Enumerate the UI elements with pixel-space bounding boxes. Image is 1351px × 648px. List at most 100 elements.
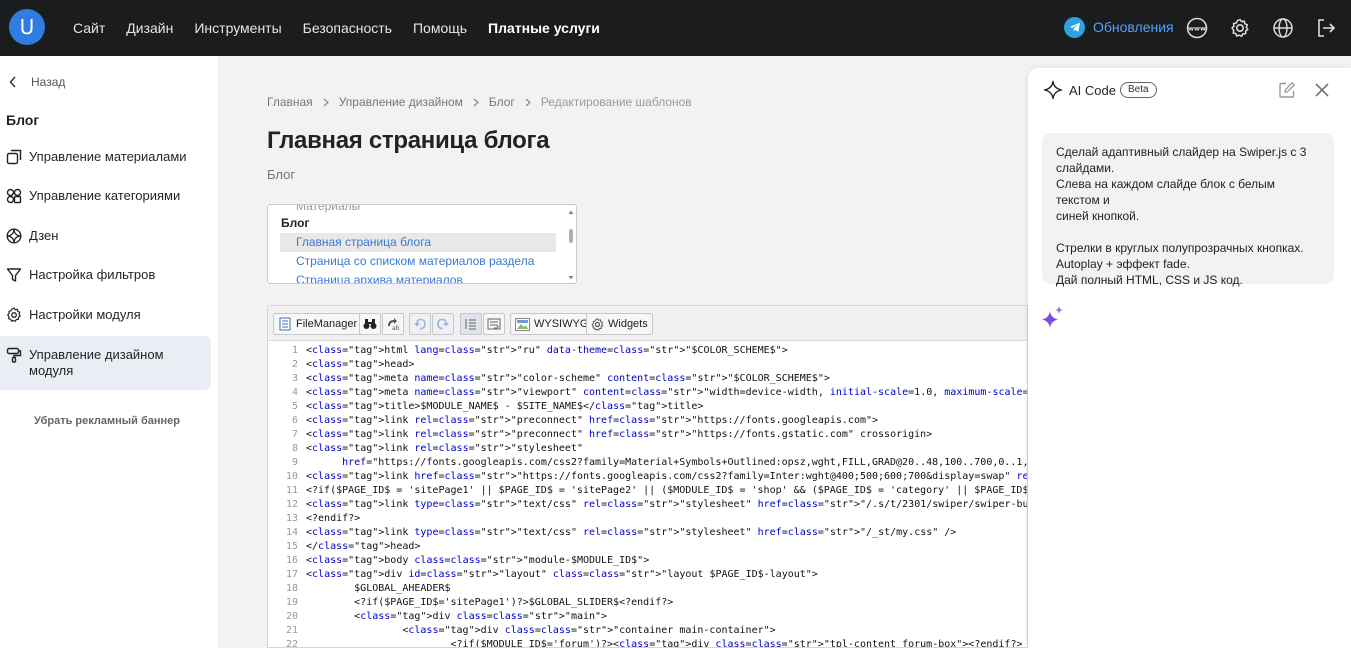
chevron-right-icon (473, 98, 479, 106)
redo-button[interactable] (432, 313, 454, 335)
redo-icon (437, 318, 449, 330)
remove-banner-link[interactable]: Убрать рекламный баннер (34, 415, 180, 427)
wysiwyg-button[interactable]: WYSIWYG (510, 313, 594, 335)
nav-security[interactable]: Безопасность (303, 20, 392, 36)
replace-icon: ab (388, 318, 400, 331)
code-line: <class="tag">div class=class="str">"cont… (306, 625, 776, 636)
updates-link[interactable]: Обновления (1064, 16, 1174, 38)
line-number: 14 (285, 527, 298, 538)
www-icon[interactable]: www (1186, 17, 1208, 39)
find-button[interactable] (359, 313, 381, 335)
template-group-label: Блог (281, 216, 310, 230)
code-line: <class="tag">div id=class="str">"layout"… (306, 569, 818, 580)
message-line: синей кнопкой. (1056, 209, 1140, 223)
sidebar-item-label: Настройка фильтров (29, 267, 156, 282)
sidebar-item-label: Управление категориями (29, 188, 181, 203)
template-option[interactable]: Страница архива материалов (280, 271, 556, 283)
back-label: Назад (31, 75, 66, 89)
sidebar-item-categories[interactable]: Управление категориями (0, 188, 211, 208)
breadcrumb-current: Редактирование шаблонов (540, 95, 692, 109)
nav-site[interactable]: Сайт (73, 20, 105, 36)
globe-icon[interactable] (1272, 17, 1294, 39)
logout-icon[interactable] (1315, 17, 1337, 39)
replace-button[interactable]: ab (382, 313, 404, 335)
line-number: 18 (285, 583, 298, 594)
filemanager-label: FileManager (296, 318, 358, 330)
ai-loading-sparkle-icon (1042, 306, 1063, 328)
template-option[interactable]: Страница со списком материалов раздела (280, 252, 556, 271)
chevron-left-icon (9, 76, 16, 88)
sidebar-item-module-settings[interactable]: Настройки модуля (0, 307, 211, 327)
code-line: <class="tag">link rel=class="str">"preco… (306, 429, 933, 440)
chevron-right-icon (525, 98, 531, 106)
logo[interactable]: U (9, 9, 45, 45)
top-bar: U Сайт Дизайн Инструменты Безопасность П… (0, 0, 1351, 56)
code-line: <class="tag">head> (306, 359, 415, 370)
breadcrumb-design[interactable]: Управление дизайном (339, 95, 463, 109)
line-number: 8 (291, 443, 298, 454)
new-chat-icon[interactable] (1278, 81, 1296, 99)
line-number: 21 (285, 625, 298, 636)
sidebar-item-filters[interactable]: Настройка фильтров (0, 267, 211, 287)
design-icon (6, 347, 22, 363)
wysiwyg-icon (515, 317, 530, 331)
line-number: 5 (291, 401, 298, 412)
file-manager-icon (279, 317, 291, 331)
template-option[interactable]: Главная страница блога (280, 233, 556, 252)
scrollbar[interactable] (568, 209, 574, 281)
widgets-button[interactable]: Widgets (586, 313, 653, 335)
wrap-icon (487, 318, 501, 330)
code-line: <class="tag">meta name=class="str">"view… (306, 387, 1028, 398)
zen-icon (6, 228, 22, 244)
line-number: 20 (285, 611, 298, 622)
message-line: Слева на каждом слайде блок с белым текс… (1056, 177, 1276, 207)
gear-icon[interactable] (1229, 17, 1251, 39)
message-line: слайдами. (1056, 161, 1115, 175)
code-line: <class="tag">link type=class="str">"text… (306, 527, 957, 538)
ai-code-panel: AI Code Beta Сделай адаптивный слайдер н… (1028, 68, 1351, 648)
line-number: 4 (291, 387, 298, 398)
ai-panel-title: AI Code (1069, 83, 1116, 98)
code-line: <class="tag">link rel=class="str">"style… (306, 443, 583, 454)
sidebar-item-materials[interactable]: Управление материалами (0, 149, 211, 169)
line-number: 9 (291, 457, 298, 468)
sidebar-item-label: Управление дизайном модуля (29, 347, 164, 378)
close-icon[interactable] (1313, 81, 1331, 99)
code-line: <class="tag">link type=class="str">"text… (306, 499, 1028, 510)
code-line: <class="tag">link href=class="str">"http… (306, 471, 1028, 482)
sparkle-icon (1043, 80, 1063, 100)
code-line: <class="tag">div class=class="str">"main… (306, 611, 608, 622)
materials-icon (6, 149, 22, 165)
code-line: </class="tag">head> (306, 541, 421, 552)
code-line: <?endif?> (306, 513, 361, 524)
message-line: Autoplay + эффект fade. (1056, 257, 1190, 271)
sidebar-item-label: Управление материалами (29, 149, 187, 164)
template-select[interactable]: Материалы Блог Главная страница блога Ст… (267, 204, 577, 284)
wysiwyg-label: WYSIWYG (534, 318, 589, 330)
template-group-cut: Материалы (296, 204, 361, 213)
line-number: 10 (285, 471, 298, 482)
beta-badge: Beta (1120, 82, 1157, 98)
filemanager-button[interactable]: FileManager (273, 313, 363, 335)
updates-label: Обновления (1093, 19, 1174, 35)
code-line: $GLOBAL_AHEADER$ (306, 583, 451, 594)
sidebar-item-design[interactable]: Управление дизайном модуля (0, 336, 211, 390)
code-editor[interactable]: FileManager ab WYSIWYG Widgets 1 <class="… (267, 305, 1028, 648)
back-link[interactable]: Назад (9, 75, 65, 89)
breadcrumb-home[interactable]: Главная (267, 95, 313, 109)
sidebar-item-label: Дзен (29, 228, 59, 243)
undo-button[interactable] (409, 313, 431, 335)
binoculars-icon (363, 319, 377, 329)
sidebar-item-zen[interactable]: Дзен (0, 228, 211, 248)
line-number: 12 (285, 499, 298, 510)
editor-toolbar: FileManager ab WYSIWYG Widgets (268, 306, 1027, 341)
breadcrumb-blog[interactable]: Блог (489, 95, 515, 109)
code-line: <class="tag">html lang=class="str">"ru" … (306, 345, 788, 356)
wrap-button[interactable] (483, 313, 505, 335)
nav-tools[interactable]: Инструменты (194, 20, 281, 36)
nav-paid-services[interactable]: Платные услуги (488, 20, 600, 36)
nav-design[interactable]: Дизайн (126, 20, 173, 36)
svg-text:www: www (1188, 25, 1206, 33)
line-numbers-button[interactable] (460, 313, 482, 335)
nav-help[interactable]: Помощь (413, 20, 467, 36)
